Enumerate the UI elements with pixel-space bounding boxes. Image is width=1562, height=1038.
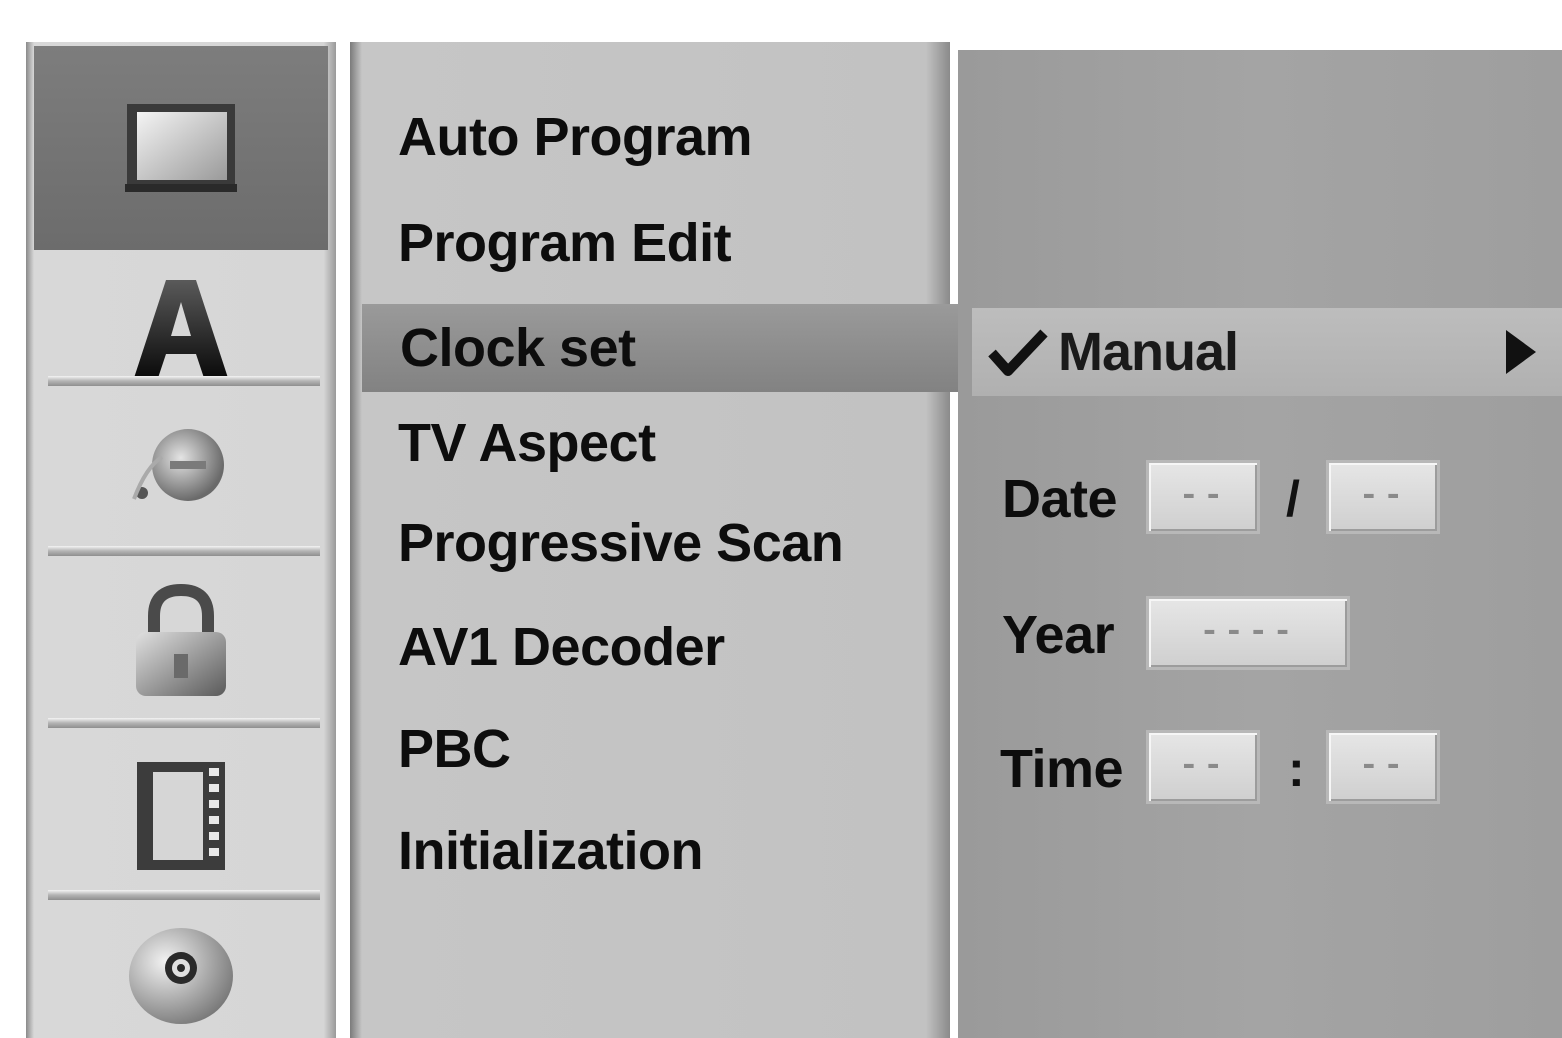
sidebar-item-general[interactable] (34, 46, 328, 250)
date-month-field[interactable]: -- (1326, 460, 1440, 534)
disc-icon (129, 928, 233, 1024)
sidebar-divider (48, 546, 320, 556)
arrow-right-icon[interactable] (1506, 330, 1536, 374)
sidebar-item-disc[interactable] (34, 910, 328, 1038)
clock-mode-option[interactable]: Manual (972, 308, 1562, 396)
year-field[interactable]: ---- (1146, 596, 1350, 670)
sidebar-divider (48, 890, 320, 900)
date-day-field[interactable]: -- (1146, 460, 1260, 534)
sidebar-item-recording[interactable] (34, 736, 328, 896)
menu-item-av1-decoder[interactable]: AV1 Decoder (398, 616, 725, 678)
time-hour-field[interactable]: -- (1146, 730, 1260, 804)
lock-icon (136, 583, 226, 696)
date-label: Date (1002, 469, 1118, 529)
year-label: Year (1002, 605, 1115, 665)
sidebar-item-lock[interactable] (34, 562, 328, 722)
sidebar-item-audio[interactable] (34, 392, 328, 542)
setting-menu: Auto Program Program Edit Clock set TV A… (350, 42, 970, 1038)
date-separator: / (1286, 471, 1300, 527)
menu-item-progressive-scan[interactable]: Progressive Scan (398, 512, 844, 574)
category-sidebar (26, 42, 336, 1038)
checkmark-icon (988, 329, 1048, 376)
menu-item-tv-aspect[interactable]: TV Aspect (398, 412, 656, 474)
menu-item-auto-program[interactable]: Auto Program (398, 106, 753, 168)
clock-setting-panel: Manual Date -- / -- Year ---- Time -- : … (958, 50, 1562, 1038)
sidebar-divider (48, 376, 320, 386)
time-label: Time (1000, 739, 1124, 799)
menu-item-clock-set[interactable]: Clock set (362, 304, 970, 392)
time-minute-field[interactable]: -- (1326, 730, 1440, 804)
time-separator: : (1288, 741, 1305, 797)
tv-icon (125, 104, 237, 192)
sidebar-divider (48, 718, 320, 728)
setup-menu-screen: Auto Program Program Edit Clock set TV A… (0, 0, 1562, 1038)
clock-mode-label: Manual (1058, 322, 1239, 382)
film-icon (137, 762, 225, 870)
menu-item-pbc[interactable]: PBC (398, 718, 511, 780)
language-icon (134, 280, 228, 378)
menu-item-program-edit[interactable]: Program Edit (398, 212, 732, 274)
audio-icon (132, 429, 224, 501)
menu-item-initialization[interactable]: Initialization (398, 820, 704, 882)
menu-item-label: Clock set (400, 318, 636, 378)
